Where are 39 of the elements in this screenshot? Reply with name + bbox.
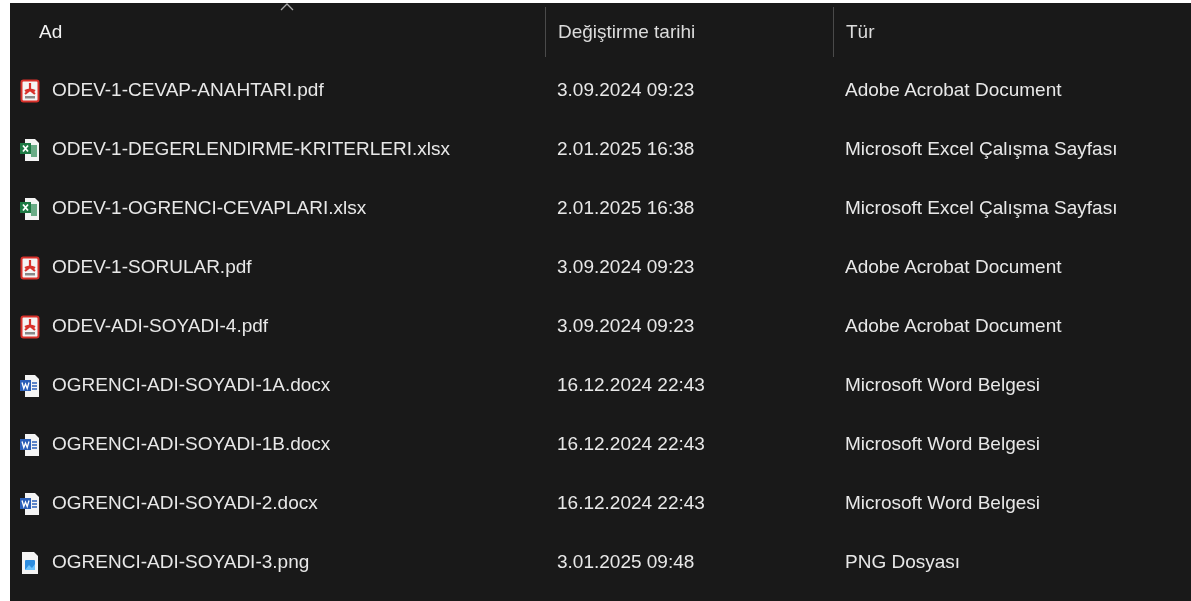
column-header[interactable]: Tür [834,7,875,57]
file-type: Microsoft Excel Çalışma Sayfası [845,138,1118,160]
file-name[interactable]: ODEV-1-SORULAR.pdf [52,253,252,282]
file-type: Microsoft Excel Çalışma Sayfası [845,197,1118,219]
document-file-icon [20,373,40,398]
file-name[interactable]: ODEV-ADI-SOYADI-4.pdf [52,312,269,341]
file-name[interactable]: ODEV-1-DEGERLENDIRME-KRITERLERI.xlsx [52,135,450,164]
image-file-icon [20,550,40,575]
file-name[interactable]: OGRENCI-ADI-SOYADI-2.docx [52,489,318,518]
modified-date: 16.12.2024 22:43 [557,492,705,514]
spreadsheet-file-icon [20,137,40,162]
file-name[interactable]: ODEV-1-CEVAP-ANAHTARI.pdf [52,76,324,105]
modified-date: 3.09.2024 09:23 [557,256,695,278]
modified-date: 3.09.2024 09:23 [557,79,695,101]
file-name[interactable]: OGRENCI-ADI-SOYADI-1A.docx [52,371,331,400]
file-type: Microsoft Word Belgesi [845,492,1040,514]
modified-date: 3.01.2025 09:48 [557,551,695,573]
file-name[interactable]: OGRENCI-ADI-SOYADI-1B.docx [52,430,331,459]
file-type: Adobe Acrobat Document [845,79,1062,101]
file-type: Microsoft Word Belgesi [845,433,1040,455]
file-type: Adobe Acrobat Document [845,315,1062,337]
modified-date: 16.12.2024 22:43 [557,433,705,455]
pdf-file-icon [20,78,40,103]
modified-date: 3.09.2024 09:23 [557,315,695,337]
file-name[interactable]: OGRENCI-ADI-SOYADI-3.png [52,548,310,577]
column-header[interactable]: Ad [10,3,63,61]
modified-date: 2.01.2025 16:38 [557,197,695,219]
file-type: Microsoft Word Belgesi [845,374,1040,396]
modified-date: 2.01.2025 16:38 [557,138,695,160]
modified-date: 16.12.2024 22:43 [557,374,705,396]
column-header[interactable]: Değiştirme tarihi [546,7,696,57]
file-name[interactable]: ODEV-1-OGRENCI-CEVAPLARI.xlsx [52,194,367,223]
document-file-icon [20,432,40,457]
pdf-file-icon [20,255,40,280]
pdf-file-icon [20,314,40,339]
file-type: PNG Dosyası [845,551,961,573]
document-file-icon [20,491,40,516]
spreadsheet-file-icon [20,196,40,221]
file-type: Adobe Acrobat Document [845,256,1062,278]
